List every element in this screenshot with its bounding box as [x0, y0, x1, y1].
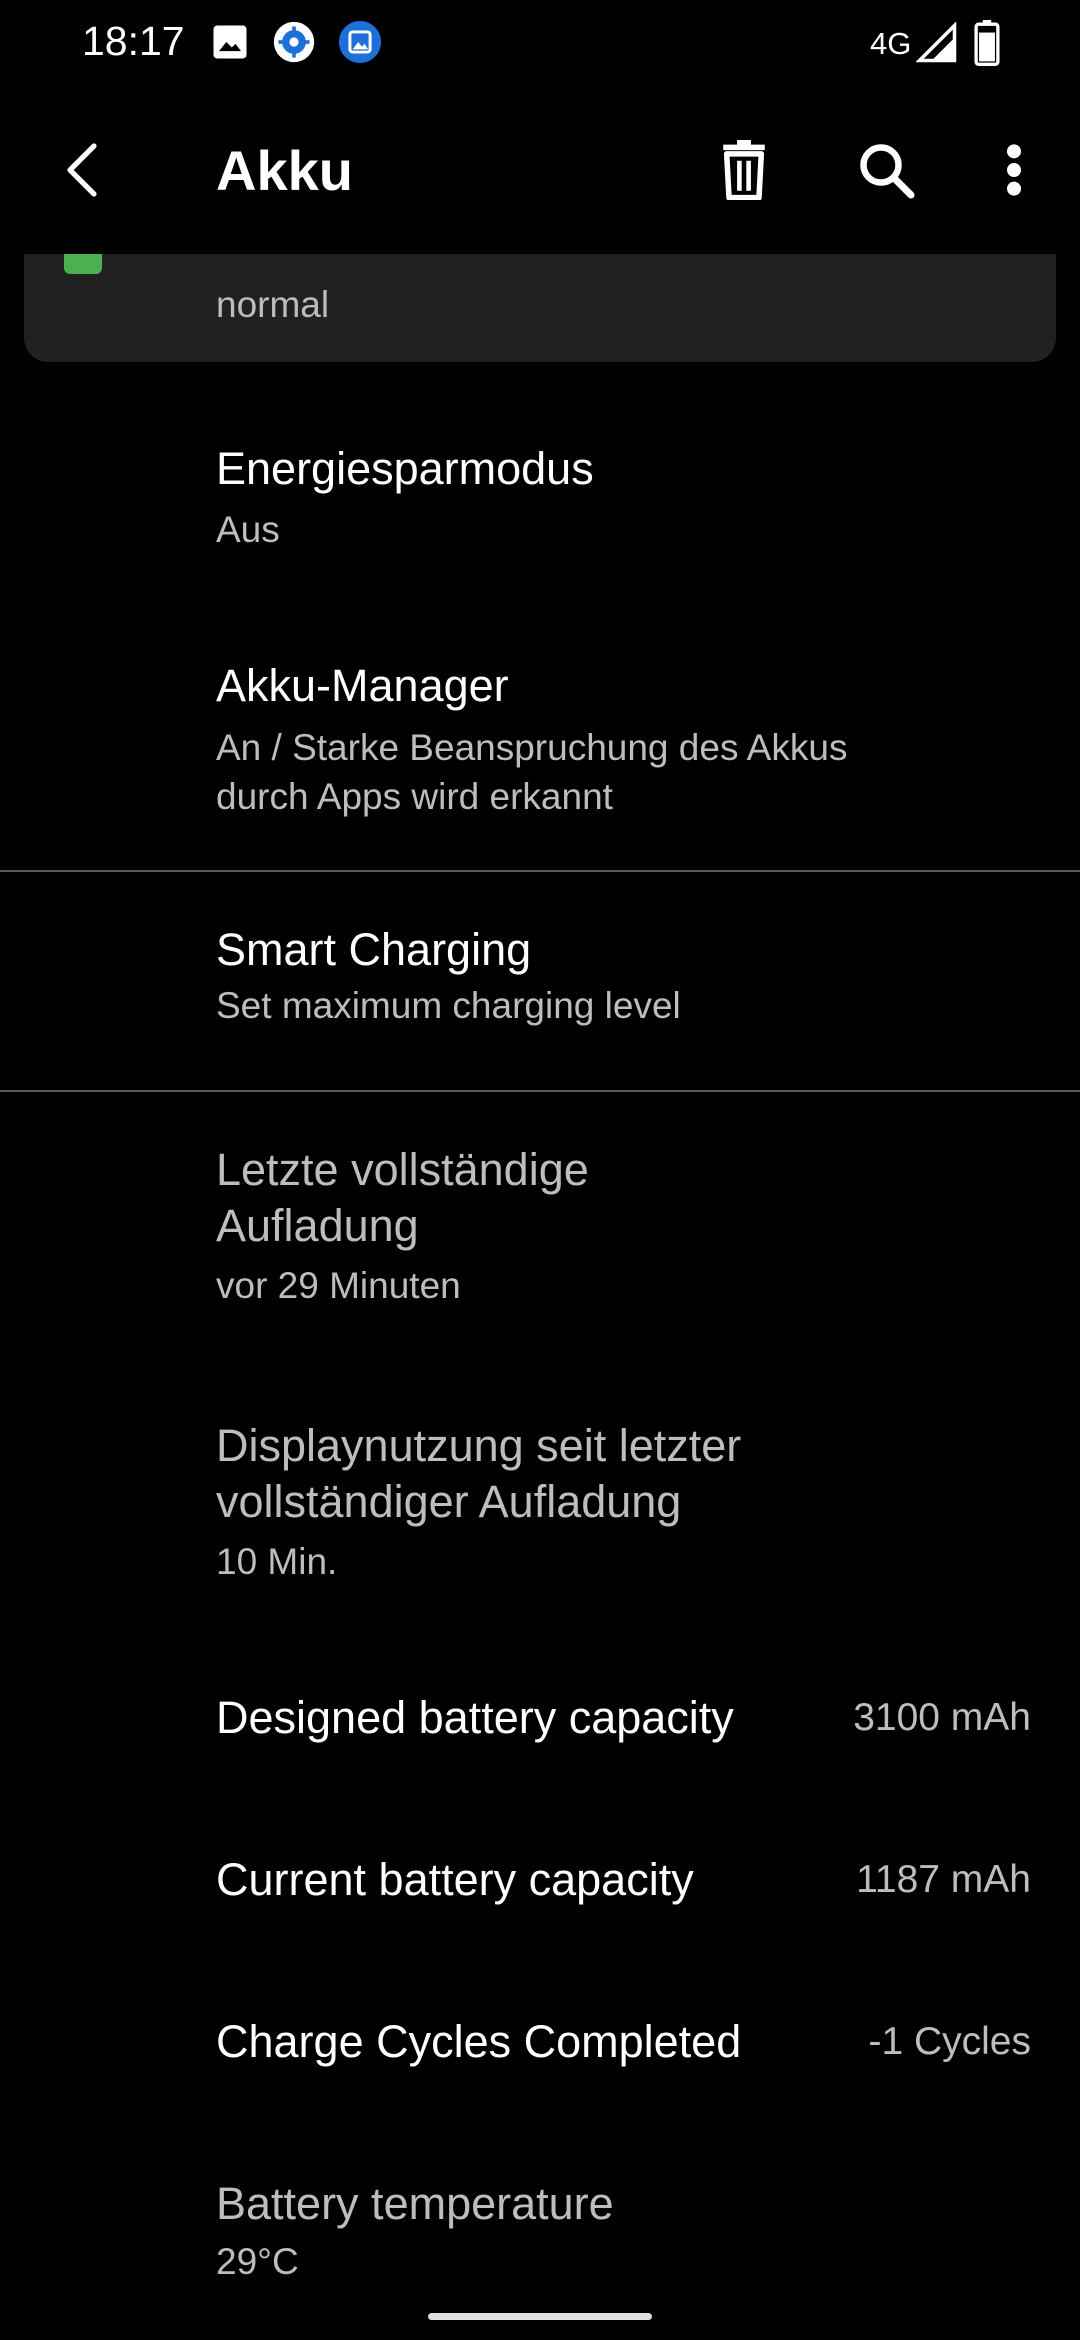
delete-button[interactable] [700, 126, 788, 214]
power-saving-subtitle: Aus [216, 509, 280, 550]
battery-temperature-item: Battery temperature 29°C [0, 2130, 1080, 2340]
last-full-charge-title-line2: Aufladung [216, 1200, 419, 1251]
back-arrow-icon [67, 143, 97, 197]
tip-card-text: normal [216, 284, 330, 325]
page-title: Akku [216, 139, 353, 202]
current-capacity-value: 1187 mAh [856, 1858, 1031, 1901]
smart-charging-title: Smart Charging [216, 924, 532, 975]
smart-charging-subtitle: Set maximum charging level [216, 985, 681, 1026]
charge-cycles-item: Charge Cycles Completed -1 Cycles [0, 1968, 1080, 2130]
last-full-charge-item: Letzte vollständige Aufladung vor 29 Min… [0, 1092, 1080, 1368]
image-icon [213, 25, 247, 59]
designed-capacity-item: Designed battery capacity 3100 mAh [0, 1644, 1080, 1806]
screen-usage-item: Displaynutzung seit letzter vollständige… [0, 1368, 1080, 1644]
search-icon [860, 144, 915, 199]
signal-icon [916, 22, 957, 63]
smart-charging-item[interactable]: Smart Charging Set maximum charging leve… [0, 872, 1080, 1072]
home-indicator[interactable] [428, 2313, 652, 2320]
more-vert-icon [1007, 144, 1021, 196]
settings-list[interactable]: normal Smart Charging Set maximum chargi… [0, 254, 1080, 2340]
current-capacity-title: Current battery capacity [216, 1854, 694, 1905]
akku-manager-subtitle-line1: An / Starke Beanspruchung des Akkus [216, 727, 848, 768]
last-full-charge-title-line1: Letzte vollständige [216, 1144, 589, 1195]
battery-tip-card[interactable]: normal [24, 254, 1056, 362]
charge-cycles-title: Charge Cycles Completed [216, 2016, 742, 2067]
current-capacity-item: Current battery capacity 1187 mAh [0, 1806, 1080, 1968]
akku-manager-subtitle-line2: durch Apps wird erkannt [216, 776, 613, 817]
power-saving-title: Energiesparmodus [216, 443, 594, 494]
status-indicator-icon [64, 254, 102, 274]
battery-temperature-title: Battery temperature [216, 2178, 614, 2229]
screen-usage-title-line1: Displaynutzung seit letzter [216, 1420, 742, 1471]
last-full-charge-subtitle: vor 29 Minuten [216, 1265, 461, 1306]
charge-cycles-value: -1 Cycles [868, 2020, 1031, 2063]
gear-notification-icon [273, 21, 315, 63]
more-options-button[interactable] [970, 126, 1058, 214]
gallery-notification-icon [338, 20, 382, 64]
akku-manager-item[interactable]: Akku-Manager An / Starke Beanspruchung d… [0, 620, 1080, 870]
app-bar: Akku [0, 86, 1080, 254]
screen-usage-subtitle: 10 Min. [216, 1541, 338, 1582]
screen-usage-title-line2: vollständiger Aufladung [216, 1476, 682, 1527]
trash-icon [723, 140, 765, 200]
status-bar: 18:17 4G [0, 0, 1080, 86]
battery-temperature-subtitle: 29°C [216, 2241, 299, 2282]
status-time: 18:17 [82, 18, 185, 64]
back-button[interactable] [40, 126, 128, 214]
akku-manager-title: Akku-Manager [216, 660, 509, 711]
network-type-label: 4G [870, 26, 912, 61]
designed-capacity-value: 3100 mAh [853, 1696, 1031, 1739]
designed-capacity-title: Designed battery capacity [216, 1692, 734, 1743]
battery-icon [974, 20, 1000, 66]
search-button[interactable] [842, 126, 930, 214]
